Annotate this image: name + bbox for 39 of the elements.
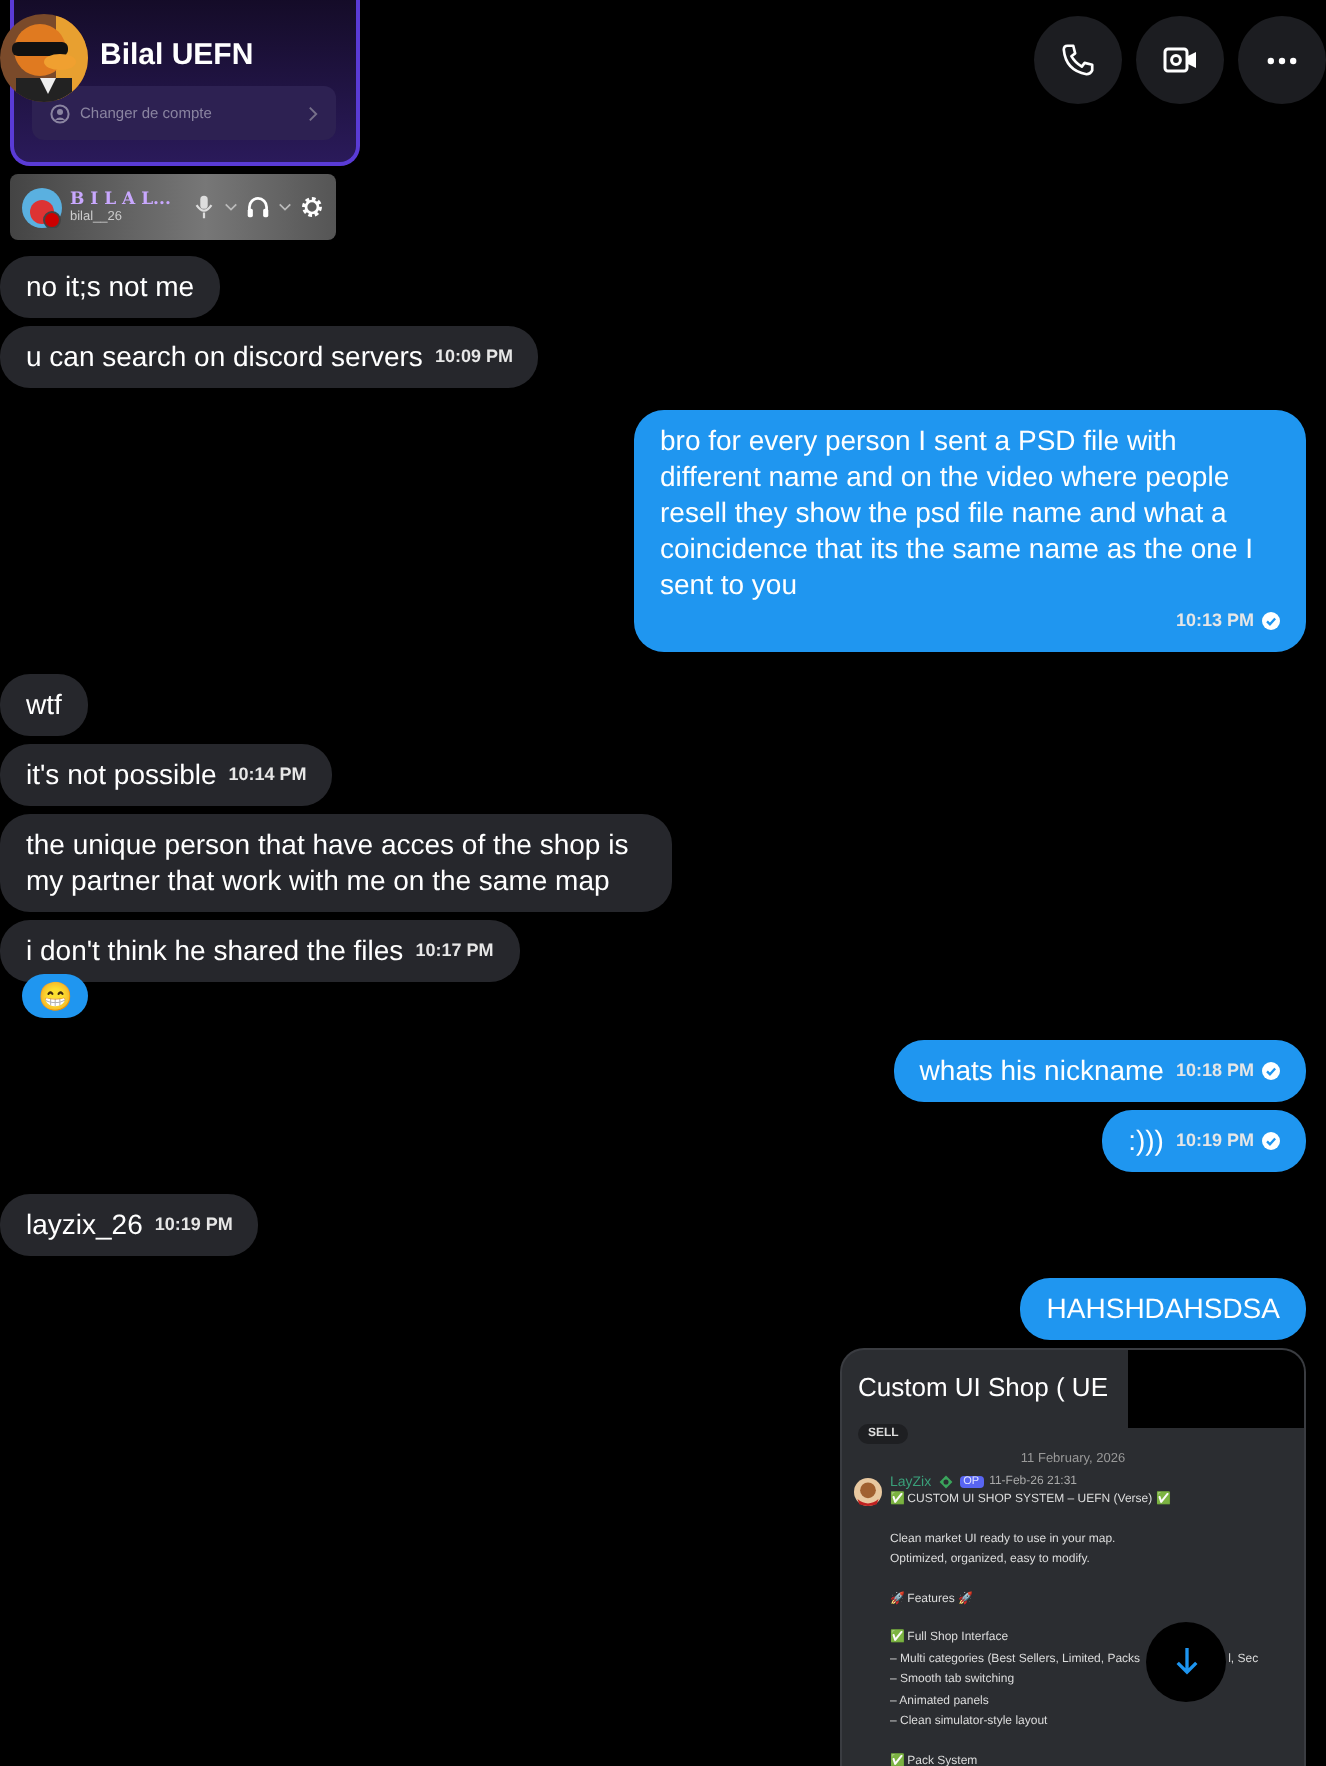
timestamp: 10:09 PM — [434, 344, 513, 370]
message-text: layzix_26 — [26, 1206, 143, 1242]
video-camera-icon — [1162, 42, 1198, 78]
caret-icon[interactable] — [278, 202, 292, 212]
user-icon — [50, 103, 70, 123]
message-text: it's not possible — [26, 756, 217, 792]
settings-icon[interactable] — [300, 194, 324, 220]
timestamp: 10:19 PM — [154, 1212, 233, 1238]
contact-name: Bilal UEFN — [100, 38, 254, 72]
server-badge-icon — [937, 1474, 954, 1490]
chevron-icon — [308, 105, 318, 121]
message-text: bro for every person I sent a PSD file with different name and on the video where people resell they show the psd file name and what a coincidence that its the same name as the one I sent to you — [660, 422, 1256, 602]
headphones-icon[interactable] — [246, 194, 270, 220]
user-avatar — [22, 187, 62, 227]
message-text: the unique person that have acces of the shop is my partner that work with me on the same map — [26, 826, 631, 898]
timestamp: 10:19 PM — [1175, 1128, 1254, 1154]
message-text: i don't think he shared the files — [26, 932, 404, 968]
microphone-icon[interactable] — [192, 194, 216, 220]
post-title: Custom UI Shop ( UE — [858, 1372, 1108, 1402]
more-icon — [1266, 55, 1298, 65]
display-name: B I L A L... — [70, 190, 173, 210]
caret-icon[interactable] — [224, 202, 238, 212]
message-text: :))) — [1128, 1122, 1164, 1158]
timestamp: 10:13 PM — [1175, 608, 1254, 634]
timestamp: 10:17 PM — [415, 938, 494, 964]
arrow-down-icon — [1173, 1646, 1200, 1677]
message-text: u can search on discord servers — [26, 338, 423, 374]
message-text: no it;s not me — [26, 268, 195, 304]
message-text: whats his nickname — [919, 1052, 1164, 1088]
message-text: wtf — [26, 686, 62, 722]
video-camera-button[interactable] — [1136, 16, 1224, 104]
phone-button[interactable] — [1034, 16, 1122, 104]
author-avatar — [854, 1478, 882, 1506]
message-text: HAHSHDAHSDSA — [1046, 1290, 1280, 1326]
reaction-badge[interactable]: 😁 — [22, 974, 88, 1018]
phone-icon — [1060, 42, 1096, 78]
scroll-down-button[interactable] — [1146, 1621, 1227, 1702]
timestamp: 10:14 PM — [228, 762, 307, 788]
timestamp: 10:18 PM — [1175, 1058, 1254, 1084]
